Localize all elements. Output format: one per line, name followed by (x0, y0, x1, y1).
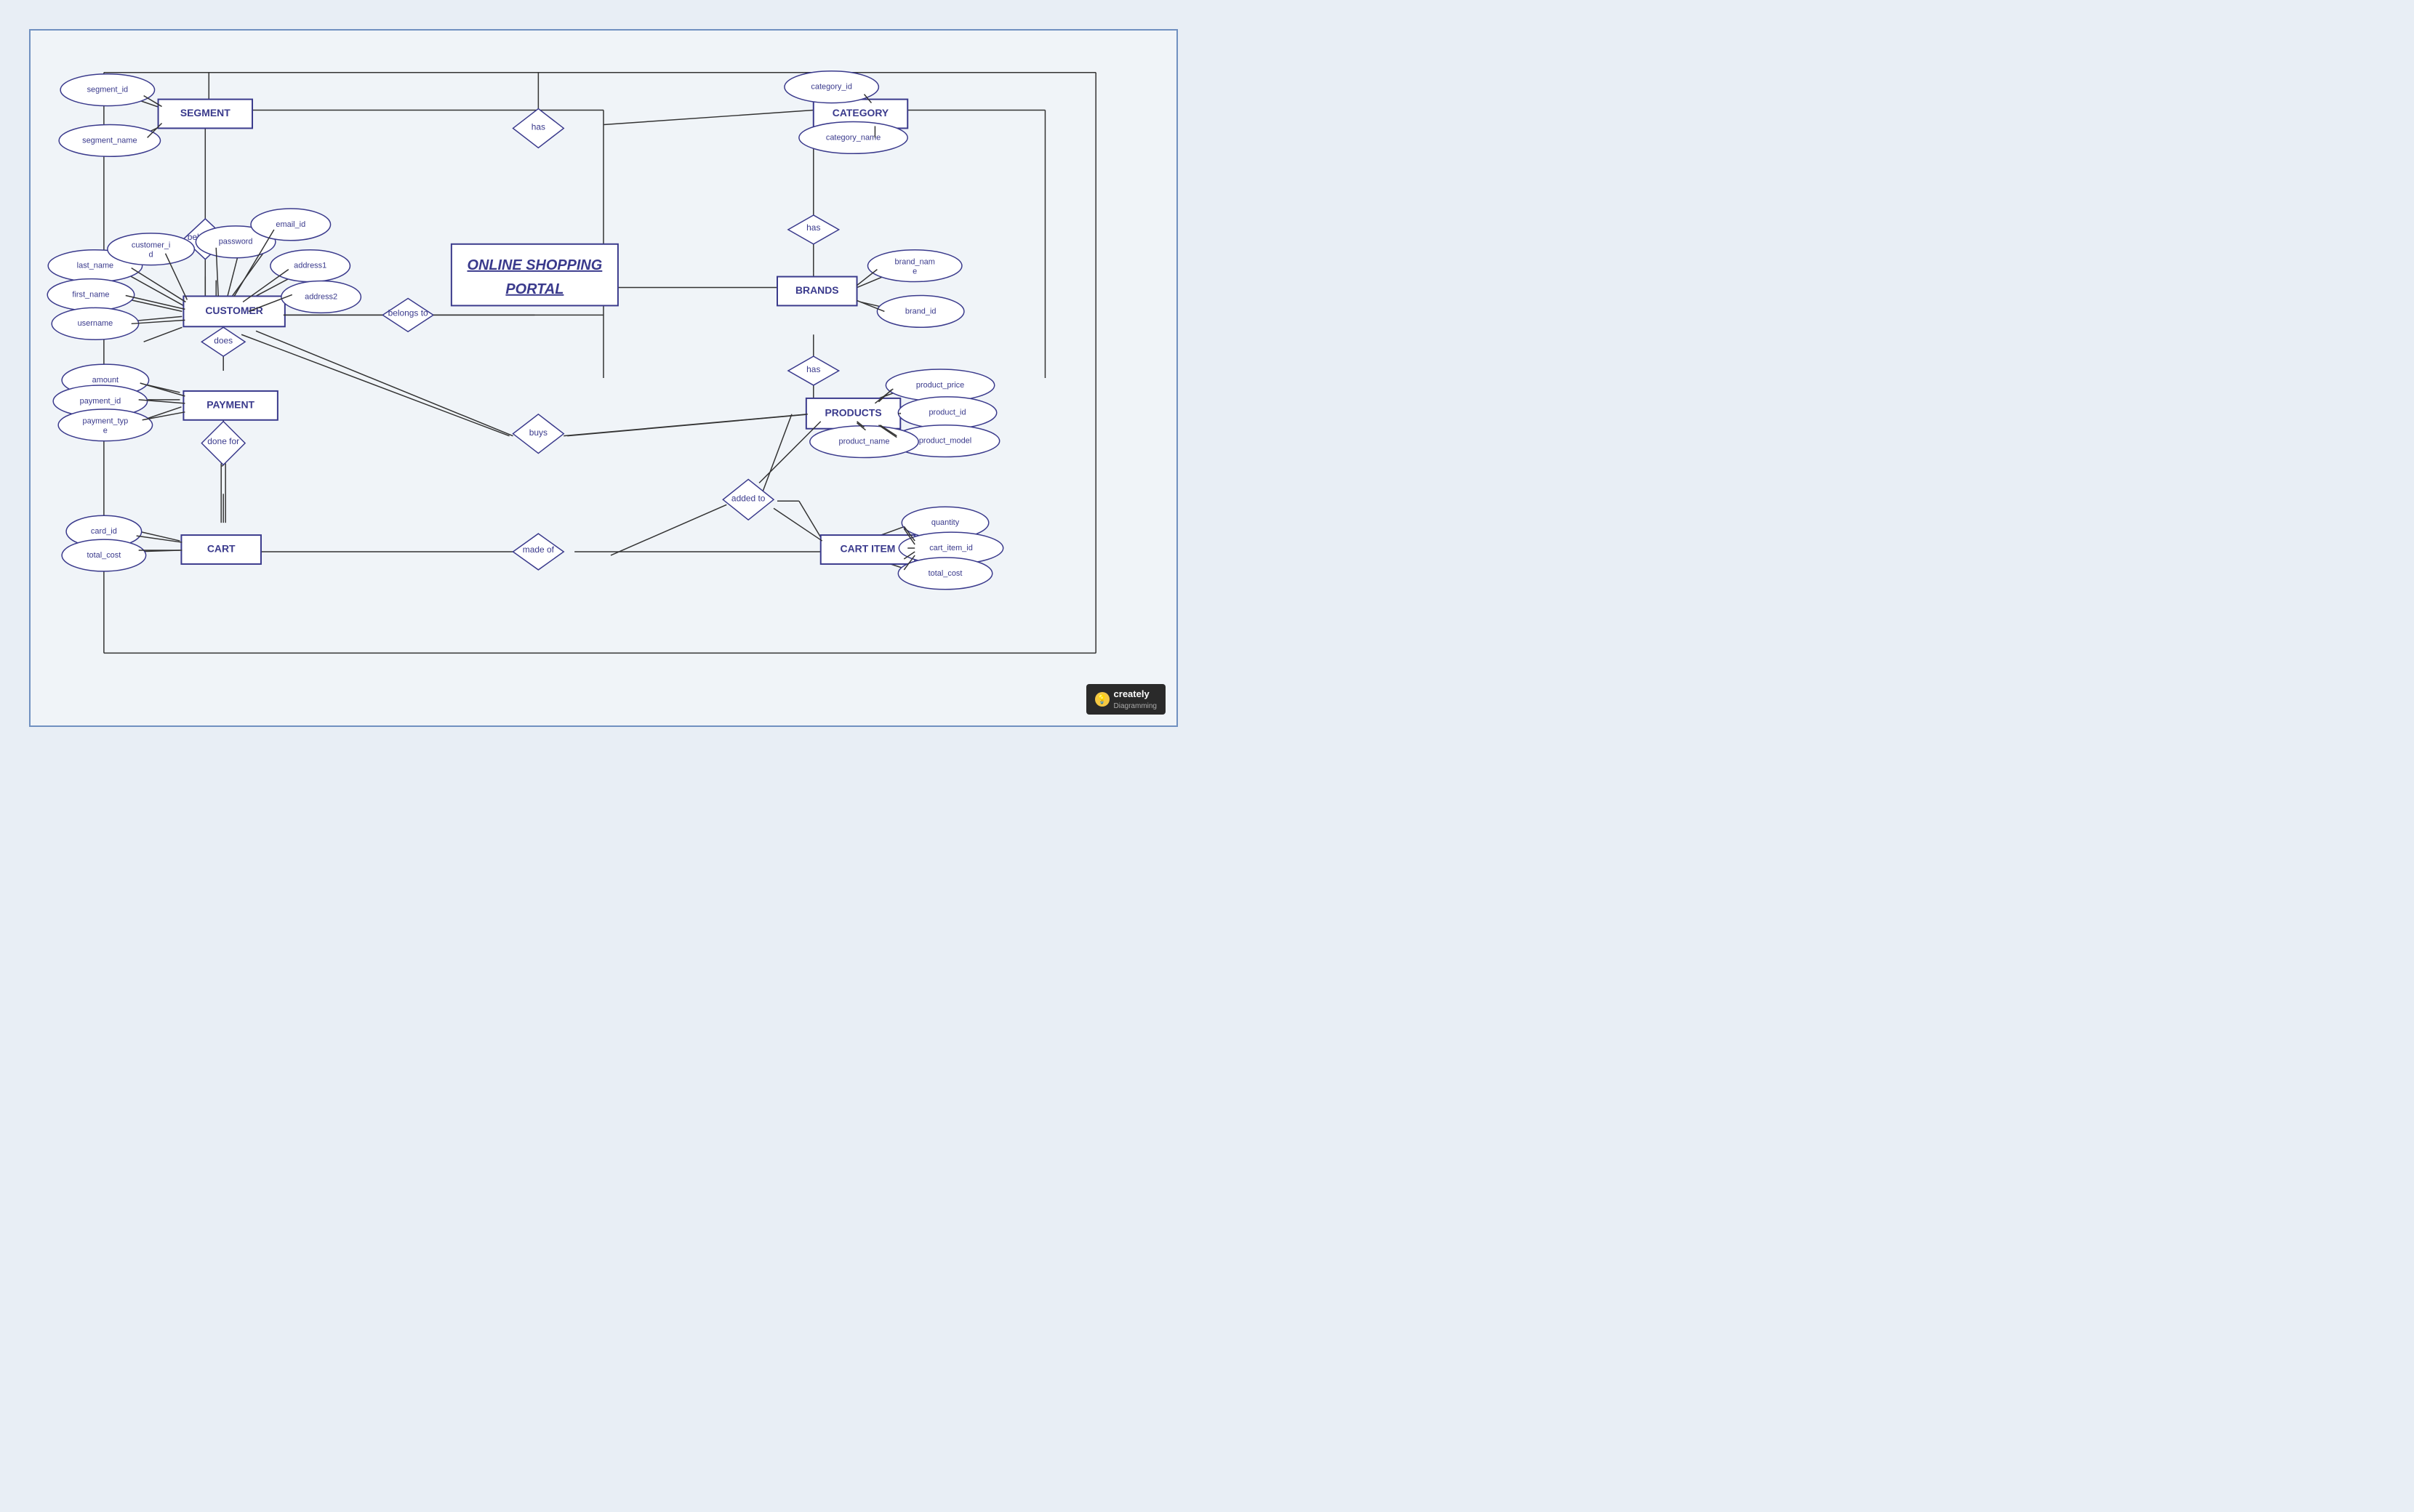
entity-products-label: PRODUCTS (825, 406, 881, 418)
main-title-line1: ONLINE SHOPPING (467, 257, 602, 273)
attr-brand-name-label-1: brand_nam (895, 258, 935, 267)
diamond-does-label: does (214, 335, 233, 345)
attr-quantity-label: quantity (931, 518, 960, 527)
diamond-belongs-to-label: belongs to (388, 308, 428, 318)
diamond-has-brands-products-label: has (806, 364, 820, 374)
attr-segment-name-label: segment_name (82, 136, 137, 145)
diamond-has-top-label: has (532, 122, 545, 132)
attr-card-id-label: card_id (91, 527, 117, 536)
watermark-brand: creately (1114, 688, 1150, 699)
attr-category-name-label: category_name (826, 133, 881, 142)
watermark-logo: 💡 (1095, 692, 1110, 707)
entity-cart-item-label: CART ITEM (841, 543, 896, 555)
attr-email-id-label: email_id (276, 220, 305, 229)
entity-brands-label: BRANDS (795, 284, 839, 296)
entity-category-label: CATEGORY (833, 107, 889, 118)
attr-customer-id-label-2: d (149, 251, 153, 260)
attr-address1-label: address1 (294, 262, 326, 270)
attr-product-price-label: product_price (916, 381, 964, 390)
watermark-text: creately Diagramming (1114, 688, 1157, 710)
attr-total-cost-cart-label: total_cost (87, 551, 121, 560)
attr-product-name-label: product_name (839, 438, 890, 446)
attr-customer-id-label-1: customer_i (132, 241, 171, 250)
diamond-buys-label: buys (529, 427, 548, 438)
attr-address2-label: address2 (305, 292, 337, 301)
attr-product-id-label: product_id (929, 409, 966, 417)
attr-username-label: username (78, 319, 113, 328)
diamond-done-for-label: done for (207, 436, 239, 446)
entity-segment-label: SEGMENT (180, 107, 230, 118)
watermark: 💡 creately Diagramming (1086, 684, 1166, 715)
entity-customer-label: CUSTOMER (205, 305, 263, 316)
attr-first-name-label: first_name (72, 290, 109, 299)
attr-total-cost-cart-item-label: total_cost (929, 569, 963, 578)
attr-segment-id-label: segment_id (87, 86, 129, 94)
attr-payment-type-label-2: e (103, 427, 108, 435)
watermark-tagline: Diagramming (1114, 702, 1157, 710)
attr-product-model-label: product_model (919, 437, 971, 446)
attr-last-name-label: last_name (77, 262, 113, 270)
attr-brand-name-label-2: e (913, 268, 917, 276)
diamond-made-of-label: made of (523, 544, 555, 555)
diamond-has-category-brands-label: has (806, 222, 820, 233)
attr-category-id-label: category_id (811, 83, 852, 92)
attr-amount-label: amount (92, 376, 119, 385)
attr-payment-id-label: payment_id (80, 397, 121, 406)
attr-password-label: password (219, 238, 253, 246)
attr-payment-type-label-1: payment_typ (83, 417, 129, 426)
entity-cart-label: CART (207, 543, 236, 555)
entity-payment-label: PAYMENT (206, 399, 254, 411)
main-title-line2: PORTAL (505, 281, 564, 297)
diamond-added-to-label: added to (731, 493, 766, 503)
attr-cart-item-id-label: cart_item_id (929, 544, 973, 552)
diagram-canvas: SEGMENT CUSTOMER PAYMENT CART CART ITEM … (29, 29, 1178, 727)
attr-brand-id-label: brand_id (905, 307, 937, 315)
